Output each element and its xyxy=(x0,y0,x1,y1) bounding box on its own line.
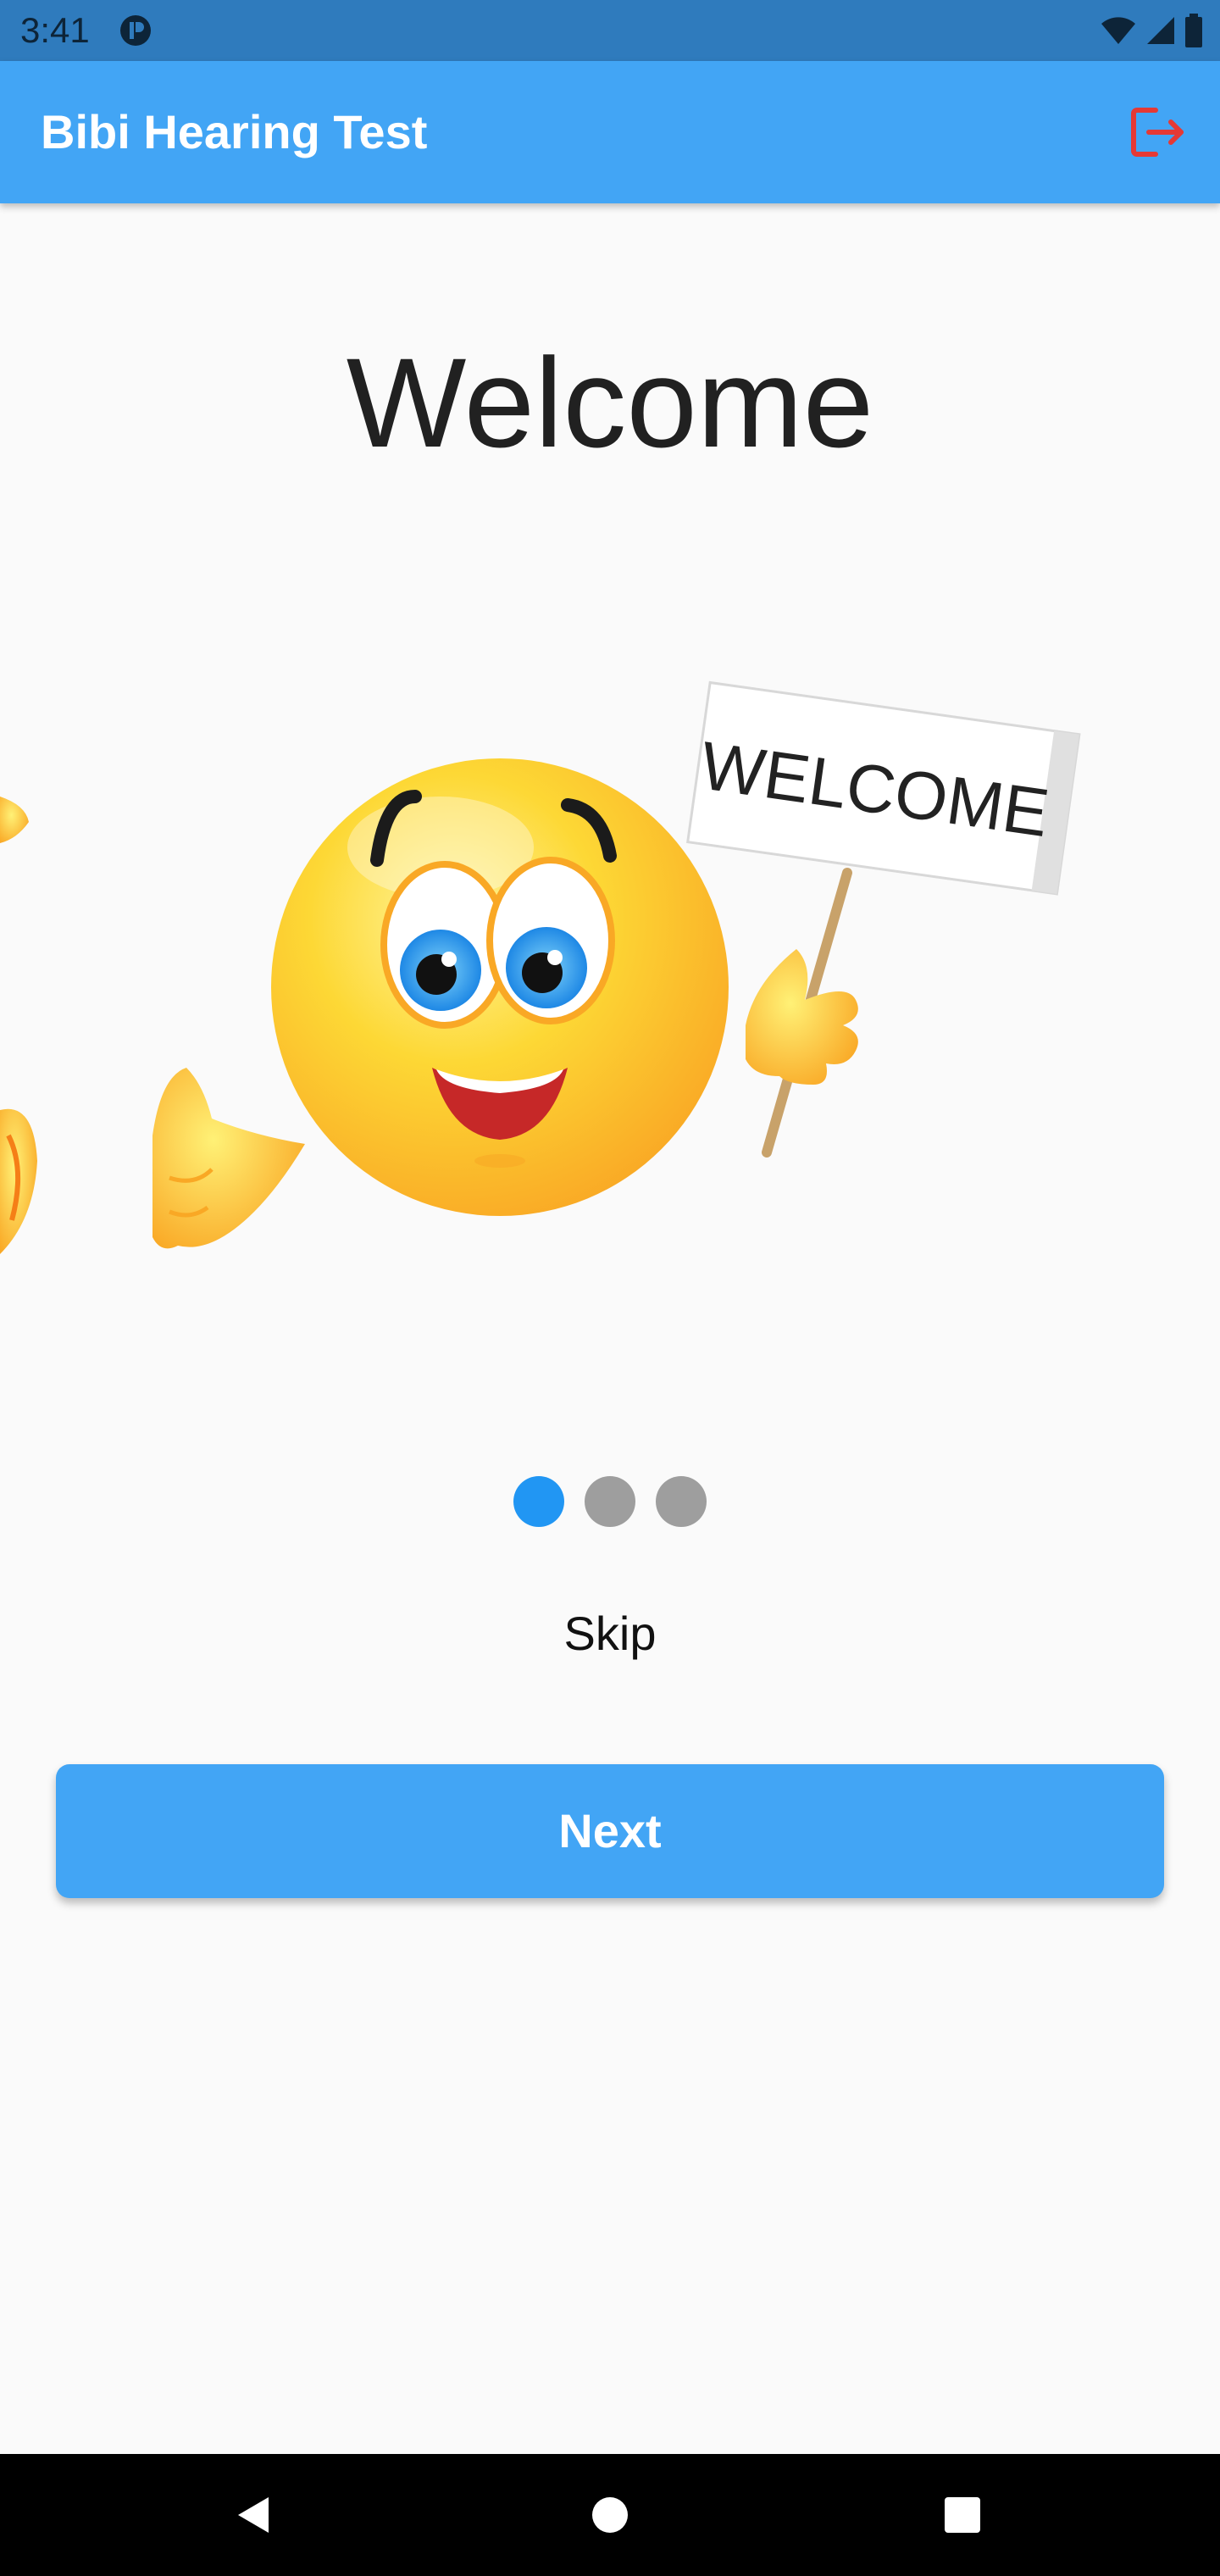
status-icons xyxy=(1100,12,1203,49)
nav-recents-button[interactable] xyxy=(929,2481,996,2549)
cell-signal-icon xyxy=(1147,17,1174,44)
page-indicator xyxy=(0,1476,1220,1527)
waving-hand xyxy=(152,1068,305,1249)
welcome-sign: WELCOME xyxy=(686,680,1081,896)
logout-icon[interactable] xyxy=(1125,100,1190,164)
page-dot-3[interactable] xyxy=(656,1476,707,1527)
status-time: 3:41 xyxy=(20,10,90,50)
battery-icon xyxy=(1185,14,1202,47)
wifi-icon xyxy=(1101,17,1135,44)
system-nav-bar xyxy=(0,2454,1220,2576)
back-triangle-icon xyxy=(238,2497,269,2533)
page-title: Welcome xyxy=(346,331,874,474)
partial-emoji-left xyxy=(0,797,37,1254)
app-title: Bibi Hearing Test xyxy=(41,105,428,158)
nav-home-button[interactable] xyxy=(576,2481,644,2549)
status-bar: 3:41 xyxy=(0,0,1220,61)
welcome-emoji-illustration: WELCOME xyxy=(0,680,1081,1254)
screen: 3:41 Bibi Hearing Test Welcome WELCOME S… xyxy=(0,0,1220,2576)
next-button[interactable]: Next xyxy=(56,1764,1164,1898)
home-circle-icon xyxy=(592,2497,628,2533)
app-bar: Bibi Hearing Test xyxy=(0,61,1220,203)
skip-button[interactable]: Skip xyxy=(441,1593,779,1674)
app-notification-icon xyxy=(120,15,151,46)
page-dot-1-active[interactable] xyxy=(513,1476,564,1527)
recents-square-icon xyxy=(945,2497,980,2533)
holding-hand xyxy=(746,949,858,1085)
nav-back-button[interactable] xyxy=(220,2481,288,2549)
smiley-face xyxy=(271,758,729,1216)
page-dot-2[interactable] xyxy=(585,1476,635,1527)
